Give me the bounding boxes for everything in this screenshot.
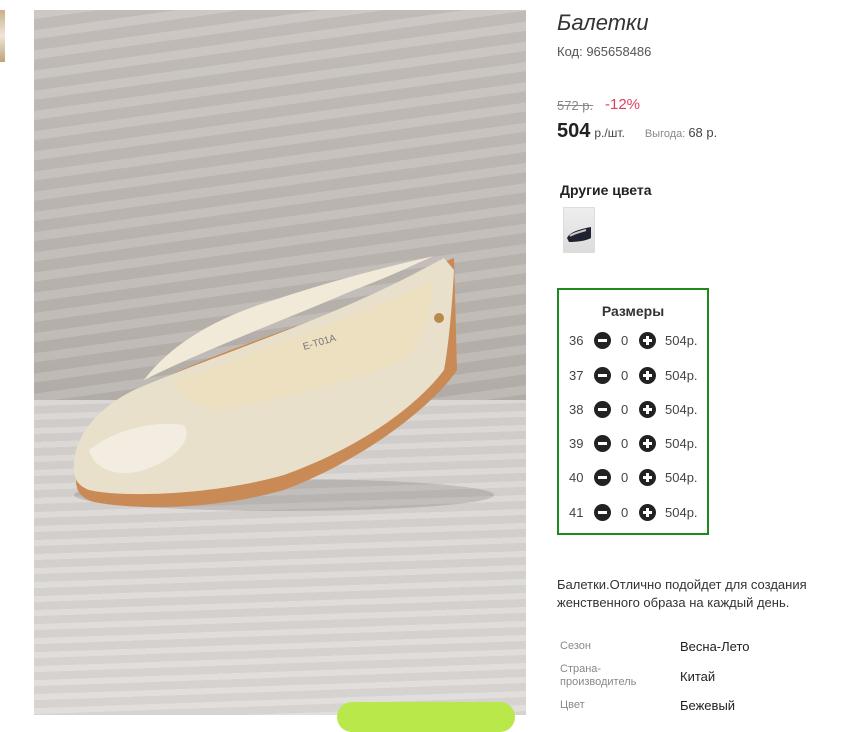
shoe-illustration: E-T01A — [73, 256, 494, 511]
size-label: 40 — [569, 470, 584, 485]
size-label: 38 — [569, 402, 584, 417]
discount-badge: -12% — [605, 96, 641, 113]
size-label: 39 — [569, 436, 584, 451]
size-label: 37 — [569, 368, 584, 383]
spec-label-color: Цвет — [560, 699, 585, 711]
size-price: 504р. — [665, 470, 698, 485]
benefit-value: 68 р. — [688, 125, 718, 140]
other-colors-title: Другие цвета — [560, 182, 652, 198]
minus-icon[interactable] — [594, 401, 611, 418]
plus-icon[interactable] — [639, 435, 656, 452]
sizes-panel: Размеры 36 0 504р. 37 0 504р. 38 0 504р.… — [557, 288, 709, 535]
gallery-thumbnail[interactable] — [0, 10, 5, 62]
add-to-cart-button[interactable] — [337, 702, 515, 732]
size-price: 504р. — [665, 368, 698, 383]
minus-icon[interactable] — [594, 504, 611, 521]
size-row: 38 0 504р. — [559, 399, 707, 421]
size-quantity: 0 — [621, 470, 629, 485]
product-photo[interactable]: E-T01A — [34, 10, 526, 715]
minus-icon[interactable] — [594, 367, 611, 384]
size-row: 36 0 504р. — [559, 330, 707, 352]
minus-icon[interactable] — [594, 469, 611, 486]
sizes-title: Размеры — [601, 303, 665, 319]
size-quantity: 0 — [621, 436, 629, 451]
color-variant-thumbnail[interactable] — [563, 207, 595, 253]
current-price: 504 — [557, 120, 591, 142]
product-description: Балетки.Отлично подойдет для создания же… — [557, 577, 807, 610]
size-price: 504р. — [665, 333, 698, 348]
size-row: 41 0 504р. — [559, 502, 707, 524]
spec-label-season: Сезон — [560, 640, 591, 652]
plus-icon[interactable] — [639, 401, 656, 418]
minus-icon[interactable] — [594, 435, 611, 452]
size-price: 504р. — [665, 402, 698, 417]
size-quantity: 0 — [621, 368, 629, 383]
spec-label-country: Страна-производитель — [560, 663, 637, 688]
product-code: Код: 965658486 — [557, 44, 652, 59]
size-row: 40 0 504р. — [559, 467, 707, 489]
size-price: 504р. — [665, 505, 698, 520]
plus-icon[interactable] — [639, 367, 656, 384]
spec-value-season: Весна-Лето — [680, 639, 750, 654]
size-quantity: 0 — [621, 505, 629, 520]
spec-value-country: Китай — [680, 669, 716, 684]
old-price: 572 р. — [557, 98, 594, 113]
size-row: 39 0 504р. — [559, 433, 707, 455]
size-label: 41 — [569, 505, 584, 520]
price-row: 504 р./шт. Выгода: 68 р. — [557, 120, 717, 143]
product-title: Балетки — [557, 10, 649, 35]
size-label: 36 — [569, 333, 584, 348]
benefit-label: Выгода: — [644, 128, 686, 140]
size-row: 37 0 504р. — [559, 365, 707, 387]
spec-value-color: Бежевый — [680, 698, 736, 713]
size-quantity: 0 — [621, 333, 629, 348]
price-unit: р./шт. — [594, 126, 625, 140]
plus-icon[interactable] — [639, 504, 656, 521]
plus-icon[interactable] — [639, 469, 656, 486]
size-price: 504р. — [665, 436, 698, 451]
minus-icon[interactable] — [594, 332, 611, 349]
plus-icon[interactable] — [639, 332, 656, 349]
size-quantity: 0 — [621, 402, 629, 417]
